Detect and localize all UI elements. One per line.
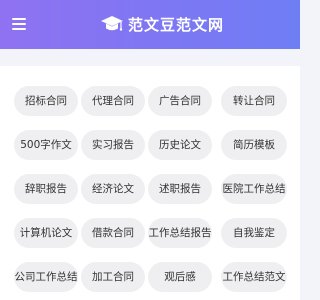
- category-link[interactable]: 公司工作总结: [14, 262, 78, 292]
- top-header: 范文豆范文网: [0, 0, 300, 49]
- category-link[interactable]: 医院工作总结: [221, 174, 287, 204]
- category-link[interactable]: 述职报告: [148, 174, 212, 204]
- category-link[interactable]: 工作总结报告: [148, 218, 212, 248]
- category-link[interactable]: 招标合同: [14, 86, 78, 116]
- category-link[interactable]: 计算机论文: [14, 218, 78, 248]
- category-link[interactable]: 历史论文: [148, 130, 212, 160]
- category-link[interactable]: 自我鉴定: [221, 218, 287, 248]
- category-link[interactable]: 转让合同: [221, 86, 287, 116]
- category-link[interactable]: 500字作文: [14, 130, 78, 160]
- category-link[interactable]: 工作总结范文: [221, 262, 287, 292]
- category-link[interactable]: 观后感: [148, 262, 212, 292]
- site-title: 范文豆范文网: [128, 15, 225, 34]
- menu-icon-bar: [12, 28, 26, 30]
- category-panel: 招标合同 代理合同 广告合同 转让合同 500字作文 实习报告 历史论文 简历模板辞职报告 经济…: [0, 66, 300, 300]
- category-link[interactable]: 广告合同: [148, 86, 212, 116]
- category-link[interactable]: 简历模板: [221, 130, 287, 160]
- category-link[interactable]: 实习报告: [81, 130, 145, 160]
- menu-button[interactable]: [12, 17, 26, 31]
- menu-icon-bar: [12, 23, 26, 25]
- category-link[interactable]: 经济论文: [81, 174, 145, 204]
- category-link[interactable]: 辞职报告: [14, 174, 78, 204]
- menu-icon-bar: [12, 18, 26, 20]
- category-link[interactable]: 代理合同: [81, 86, 145, 116]
- graduation-cap-icon: [101, 16, 123, 31]
- category-link[interactable]: 加工合同: [81, 262, 145, 292]
- category-link[interactable]: 借款合同: [81, 218, 145, 248]
- site-brand[interactable]: 范文豆范文网: [100, 11, 224, 37]
